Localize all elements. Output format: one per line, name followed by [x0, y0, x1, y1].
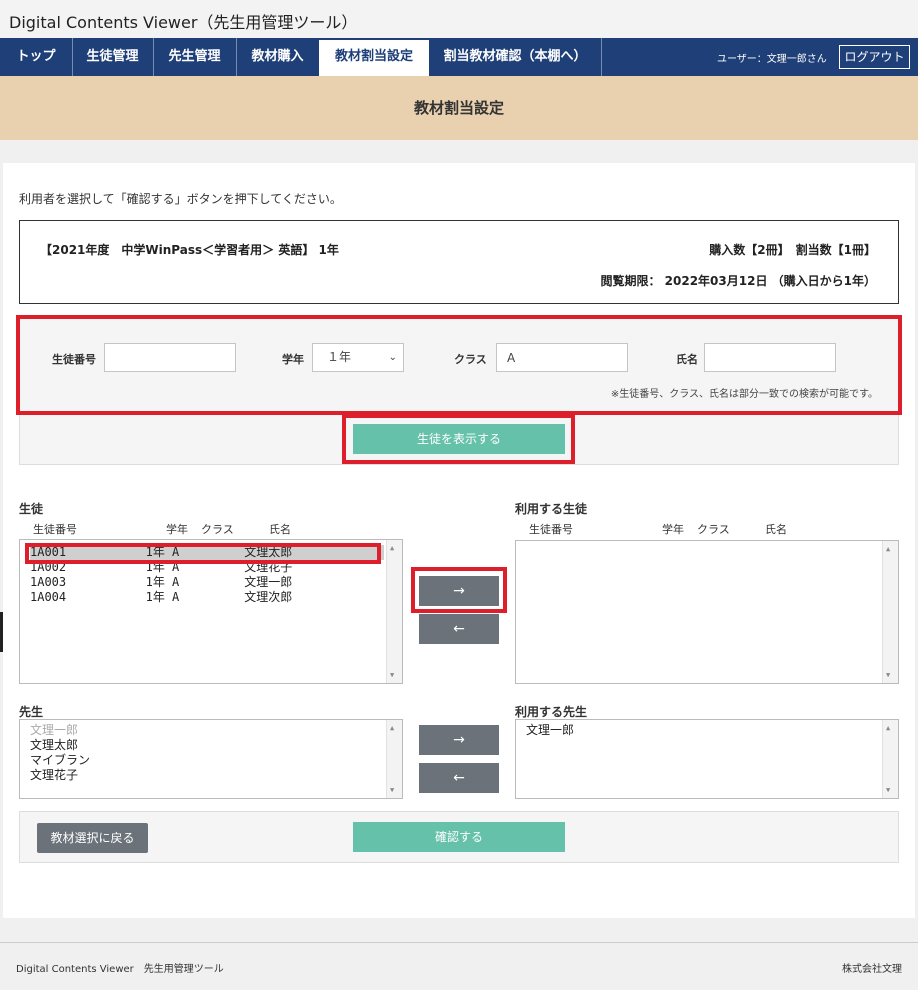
scroll-up-icon[interactable]: ▲ [390, 544, 394, 552]
chevron-down-icon: ⌄ [388, 352, 397, 363]
remove-teacher-button[interactable]: ← [419, 763, 499, 793]
teachers-list[interactable]: 文理一郎 文理太郎 マイブラン 文理花子 ▲ ▼ [19, 719, 403, 799]
confirm-button[interactable]: 確認する [353, 822, 565, 852]
col-class: クラス [697, 523, 730, 536]
name-label: 氏名 [676, 353, 698, 366]
col-name: 氏名 [765, 523, 787, 536]
search-panel: 生徒番号 学年 １年 ⌄ クラス 氏名 ※生徒番号、クラス、氏名は部分一致での検… [16, 315, 902, 415]
highlight-frame [25, 543, 381, 564]
list-item[interactable]: 文理一郎 [30, 723, 78, 738]
logout-button[interactable]: ログアウト [839, 45, 910, 69]
list-item[interactable]: 文理太郎 [30, 738, 78, 753]
add-student-button[interactable]: → [419, 576, 499, 606]
list-item[interactable]: 文理花子 [30, 768, 78, 783]
col-name: 氏名 [269, 523, 291, 536]
material-info-box: 【2021年度 中学WinPass＜学習者用＞ 英語】 1年 購入数【2冊】 割… [19, 220, 899, 304]
nav-assigned-check[interactable]: 割当教材確認（本棚へ） [429, 38, 601, 76]
scrollbar[interactable]: ▲ ▼ [386, 720, 402, 798]
using-teachers-title: 利用する先生 [515, 705, 588, 719]
scrollbar[interactable]: ▲ ▼ [882, 720, 898, 798]
grade-select[interactable]: １年 ⌄ [312, 343, 404, 372]
edge-marker [0, 612, 3, 652]
footer-company: 株式会社文理 [842, 964, 902, 975]
material-title: 【2021年度 中学WinPass＜学習者用＞ 英語】 1年 [40, 243, 339, 257]
using-teachers-list[interactable]: 文理一郎 ▲ ▼ [515, 719, 899, 799]
search-note: ※生徒番号、クラス、氏名は部分一致での検索が可能です。 [610, 389, 878, 400]
scroll-up-icon[interactable]: ▲ [886, 724, 890, 732]
add-teacher-button[interactable]: → [419, 725, 499, 755]
scroll-up-icon[interactable]: ▲ [390, 724, 394, 732]
nav-student-management[interactable]: 生徒管理 [72, 38, 153, 76]
list-item[interactable]: 1A003 1年 A 文理一郎 [30, 575, 292, 590]
using-students-list[interactable]: ▲ ▼ [515, 540, 899, 684]
list-item[interactable]: 1A004 1年 A 文理次郎 [30, 590, 292, 605]
material-counts: 購入数【2冊】 割当数【1冊】 [709, 243, 876, 257]
grade-label: 学年 [282, 353, 304, 366]
teachers-title: 先生 [19, 705, 44, 719]
scrollbar[interactable]: ▲ ▼ [386, 540, 402, 683]
scroll-down-icon[interactable]: ▼ [886, 671, 890, 679]
scrollbar[interactable]: ▲ ▼ [882, 541, 898, 683]
nav-teacher-management[interactable]: 先生管理 [153, 38, 236, 76]
nav-bar: トップ 生徒管理 先生管理 教材購入 教材割当設定 割当教材確認（本棚へ） ユー… [0, 38, 918, 76]
col-student-no: 生徒番号 [33, 523, 77, 536]
name-input[interactable] [704, 343, 836, 372]
nav-material-assign[interactable]: 教材割当設定 [319, 40, 429, 76]
remove-student-button[interactable]: ← [419, 614, 499, 644]
grade-select-value: １年 [327, 350, 352, 364]
col-student-no: 生徒番号 [529, 523, 573, 536]
nav-divider [601, 38, 602, 76]
show-students-button[interactable]: 生徒を表示する [353, 424, 565, 454]
class-label: クラス [454, 353, 487, 366]
nav-top[interactable]: トップ [0, 38, 72, 76]
footer-app-name: Digital Contents Viewer 先生用管理ツール [16, 964, 224, 975]
col-grade: 学年 [166, 523, 188, 536]
scroll-down-icon[interactable]: ▼ [390, 786, 394, 794]
footer: Digital Contents Viewer 先生用管理ツール 株式会社文理 [0, 942, 918, 990]
scroll-down-icon[interactable]: ▼ [886, 786, 890, 794]
list-item[interactable]: マイブラン [30, 753, 90, 768]
scroll-up-icon[interactable]: ▲ [886, 545, 890, 553]
col-class: クラス [201, 523, 234, 536]
col-grade: 学年 [662, 523, 684, 536]
using-students-title: 利用する生徒 [515, 502, 588, 516]
student-no-input[interactable] [104, 343, 236, 372]
class-input[interactable] [496, 343, 628, 372]
material-period: 閲覧期限： 2022年03月12日 （購入日から1年） [600, 274, 876, 288]
back-button[interactable]: 教材選択に戻る [37, 823, 148, 853]
window-title: Digital Contents Viewer（先生用管理ツール） [0, 0, 918, 38]
students-title: 生徒 [19, 502, 44, 516]
nav-material-purchase[interactable]: 教材購入 [236, 38, 319, 76]
student-no-label: 生徒番号 [52, 353, 96, 366]
instruction-text: 利用者を選択して「確認する」ボタンを押下してください。 [19, 192, 342, 206]
list-item[interactable]: 文理一郎 [526, 723, 574, 738]
scroll-down-icon[interactable]: ▼ [390, 671, 394, 679]
page-title: 教材割当設定 [0, 76, 918, 140]
user-name: ユーザー：文理一郎さん [717, 54, 827, 65]
